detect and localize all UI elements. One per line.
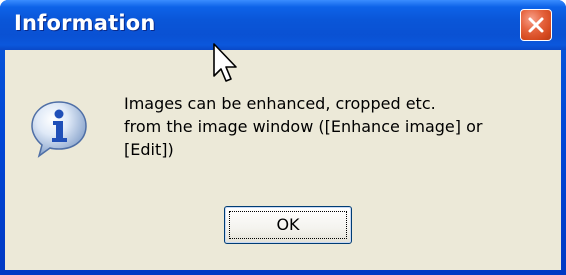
message-line: Images can be enhanced, cropped etc. <box>124 94 436 113</box>
dialog-message: Images can be enhanced, cropped etc. fro… <box>124 92 544 161</box>
ok-button[interactable]: OK <box>224 206 352 244</box>
dialog-body: Images can be enhanced, cropped etc. fro… <box>5 50 561 270</box>
close-button[interactable] <box>520 9 552 41</box>
ok-button-label: OK <box>276 215 300 234</box>
title-bar[interactable]: Information <box>0 0 566 50</box>
dialog-window: Information Images can be enhanced, crop… <box>0 0 566 275</box>
information-icon <box>31 101 87 158</box>
window-title: Information <box>14 11 156 35</box>
close-x-icon <box>528 17 544 33</box>
message-line: [Edit]) <box>124 140 174 159</box>
message-line: from the image window ([Enhance image] o… <box>124 117 483 136</box>
